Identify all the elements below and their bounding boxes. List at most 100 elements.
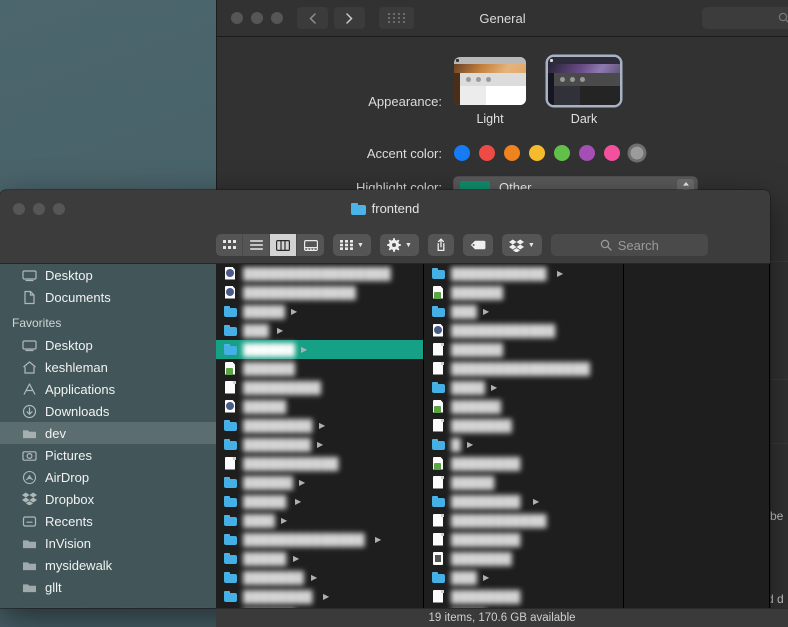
minimize-button[interactable]: [251, 12, 263, 24]
sidebar-item-mysidewalk[interactable]: mysidewalk: [0, 554, 216, 576]
file-row[interactable]: ██████: [216, 359, 423, 378]
file-row[interactable]: ████████ ▶: [216, 416, 423, 435]
finder-sidebar[interactable]: Desktop Documents Favorites Desktop kesh…: [0, 264, 216, 608]
forward-button[interactable]: [334, 7, 365, 29]
folder-icon: [224, 552, 237, 566]
file-row[interactable]: ████████ ▶: [424, 492, 623, 511]
file-row[interactable]: ████████████████: [424, 359, 623, 378]
file-row[interactable]: ████████ ▶: [216, 587, 423, 606]
file-row[interactable]: █████████: [216, 378, 423, 397]
column-view-button[interactable]: [270, 234, 297, 256]
file-row[interactable]: ██████: [424, 397, 623, 416]
appearance-option-light[interactable]: Light: [454, 57, 526, 126]
file-row[interactable]: █████ ▶: [216, 302, 423, 321]
share-button[interactable]: [427, 234, 454, 256]
finder-search-input[interactable]: Search: [550, 234, 708, 256]
column-preview[interactable]: [624, 264, 770, 608]
sidebar-item-applications[interactable]: Applications: [0, 378, 216, 400]
dark-theme-thumbnail[interactable]: [548, 57, 620, 105]
sidebar-item-desktop[interactable]: Desktop: [0, 334, 216, 356]
window-controls[interactable]: [231, 12, 283, 24]
column-frontend[interactable]: ███████████ ▶ ██████ ███ ▶ ████████████ ██████…: [424, 264, 624, 608]
file-row[interactable]: ████████: [424, 530, 623, 549]
file-row[interactable]: █████: [216, 397, 423, 416]
nav-buttons[interactable]: [297, 7, 365, 29]
file-name: ███████████: [243, 456, 339, 471]
file-name: ██████: [243, 475, 293, 490]
file-row[interactable]: ████████████: [424, 321, 623, 340]
zoom-button[interactable]: [271, 12, 283, 24]
sidebar-item-gllt[interactable]: gllt: [0, 576, 216, 598]
accent-swatch-blue[interactable]: [454, 145, 470, 161]
file-row[interactable]: ██████: [424, 283, 623, 302]
column-dev[interactable]: █████████████████ █████████████ █████ ▶ ███ ▶…: [216, 264, 424, 608]
file-row[interactable]: ██████████████ ▶: [216, 530, 423, 549]
sidebar-item-dev[interactable]: dev: [0, 422, 216, 444]
file-row[interactable]: ███████████: [216, 454, 423, 473]
accent-swatch-green[interactable]: [554, 145, 570, 161]
minimize-button[interactable]: [33, 202, 45, 215]
sidebar-item-downloads[interactable]: Downloads: [0, 400, 216, 422]
file-row[interactable]: █████ ▶: [216, 549, 423, 568]
sidebar-item-invision[interactable]: InVision: [0, 532, 216, 554]
preferences-search-input[interactable]: [702, 7, 788, 29]
accent-swatch-red[interactable]: [479, 145, 495, 161]
file-row[interactable]: ███████████: [424, 511, 623, 530]
close-button[interactable]: [231, 12, 243, 24]
appearance-options[interactable]: Light Dark: [454, 57, 620, 126]
file-row[interactable]: ████ ▶: [424, 378, 623, 397]
show-all-button[interactable]: [379, 7, 414, 29]
file-row[interactable]: ███████: [424, 549, 623, 568]
file-row[interactable]: █████ ▶: [216, 492, 423, 511]
sidebar-item-pictures[interactable]: Pictures: [0, 444, 216, 466]
file-row[interactable]: ████ ▶: [216, 511, 423, 530]
icon-view-button[interactable]: [216, 234, 243, 256]
file-row[interactable]: █████████████: [216, 283, 423, 302]
tag-button[interactable]: [462, 234, 493, 256]
light-theme-thumbnail[interactable]: [454, 57, 526, 105]
sidebar-item-desktop-top[interactable]: Desktop: [0, 264, 216, 286]
accent-swatch-pink[interactable]: [604, 145, 620, 161]
sidebar-item-dropbox[interactable]: Dropbox: [0, 488, 216, 510]
file-row[interactable]: ██████: [424, 340, 623, 359]
back-button[interactable]: [297, 7, 328, 29]
file-row[interactable]: ███ ▶: [424, 302, 623, 321]
group-by-button[interactable]: ▼: [333, 234, 371, 256]
dropbox-button[interactable]: ▼: [501, 234, 542, 256]
list-view-button[interactable]: [243, 234, 270, 256]
file-row[interactable]: ██ ▶: [424, 435, 623, 454]
accent-swatch-graphite[interactable]: [629, 145, 645, 161]
file-row[interactable]: ██████ ▶: [216, 473, 423, 492]
file-row[interactable]: █████████████████: [216, 264, 423, 283]
background-text-fragment: be: [770, 509, 784, 523]
file-row[interactable]: █████: [424, 473, 623, 492]
accent-color-swatches[interactable]: [454, 145, 645, 161]
sidebar-item-airdrop[interactable]: AirDrop: [0, 466, 216, 488]
file-row[interactable]: ███████ ▶: [216, 568, 423, 587]
file-row[interactable]: ███████████ ▶: [424, 264, 623, 283]
folder-icon: [224, 438, 237, 452]
js-icon: [224, 362, 237, 376]
file-row[interactable]: ████████: [424, 587, 623, 606]
file-row[interactable]: ███ ▶: [216, 321, 423, 340]
file-row[interactable]: ████████: [424, 454, 623, 473]
file-row[interactable]: ████████ ▶: [216, 435, 423, 454]
file-row[interactable]: ██████ ▶: [216, 340, 423, 359]
file-row[interactable]: ███ ▶: [424, 568, 623, 587]
action-menu-button[interactable]: ▼: [379, 234, 419, 256]
search-icon: [778, 12, 788, 23]
file-row[interactable]: ███████: [424, 416, 623, 435]
sidebar-item-recents[interactable]: Recents: [0, 510, 216, 532]
sidebar-item-documents[interactable]: Documents: [0, 286, 216, 308]
gallery-view-button[interactable]: [297, 234, 324, 256]
view-mode-segmented-control[interactable]: [216, 234, 324, 256]
close-button[interactable]: [13, 202, 25, 215]
appearance-option-dark[interactable]: Dark: [548, 57, 620, 126]
finder-window-controls[interactable]: [13, 202, 65, 215]
accent-swatch-yellow[interactable]: [529, 145, 545, 161]
accent-swatch-orange[interactable]: [504, 145, 520, 161]
sidebar-item-keshleman[interactable]: keshleman: [0, 356, 216, 378]
zoom-button[interactable]: [53, 202, 65, 215]
accent-swatch-purple[interactable]: [579, 145, 595, 161]
file-name: ████████: [243, 437, 311, 452]
